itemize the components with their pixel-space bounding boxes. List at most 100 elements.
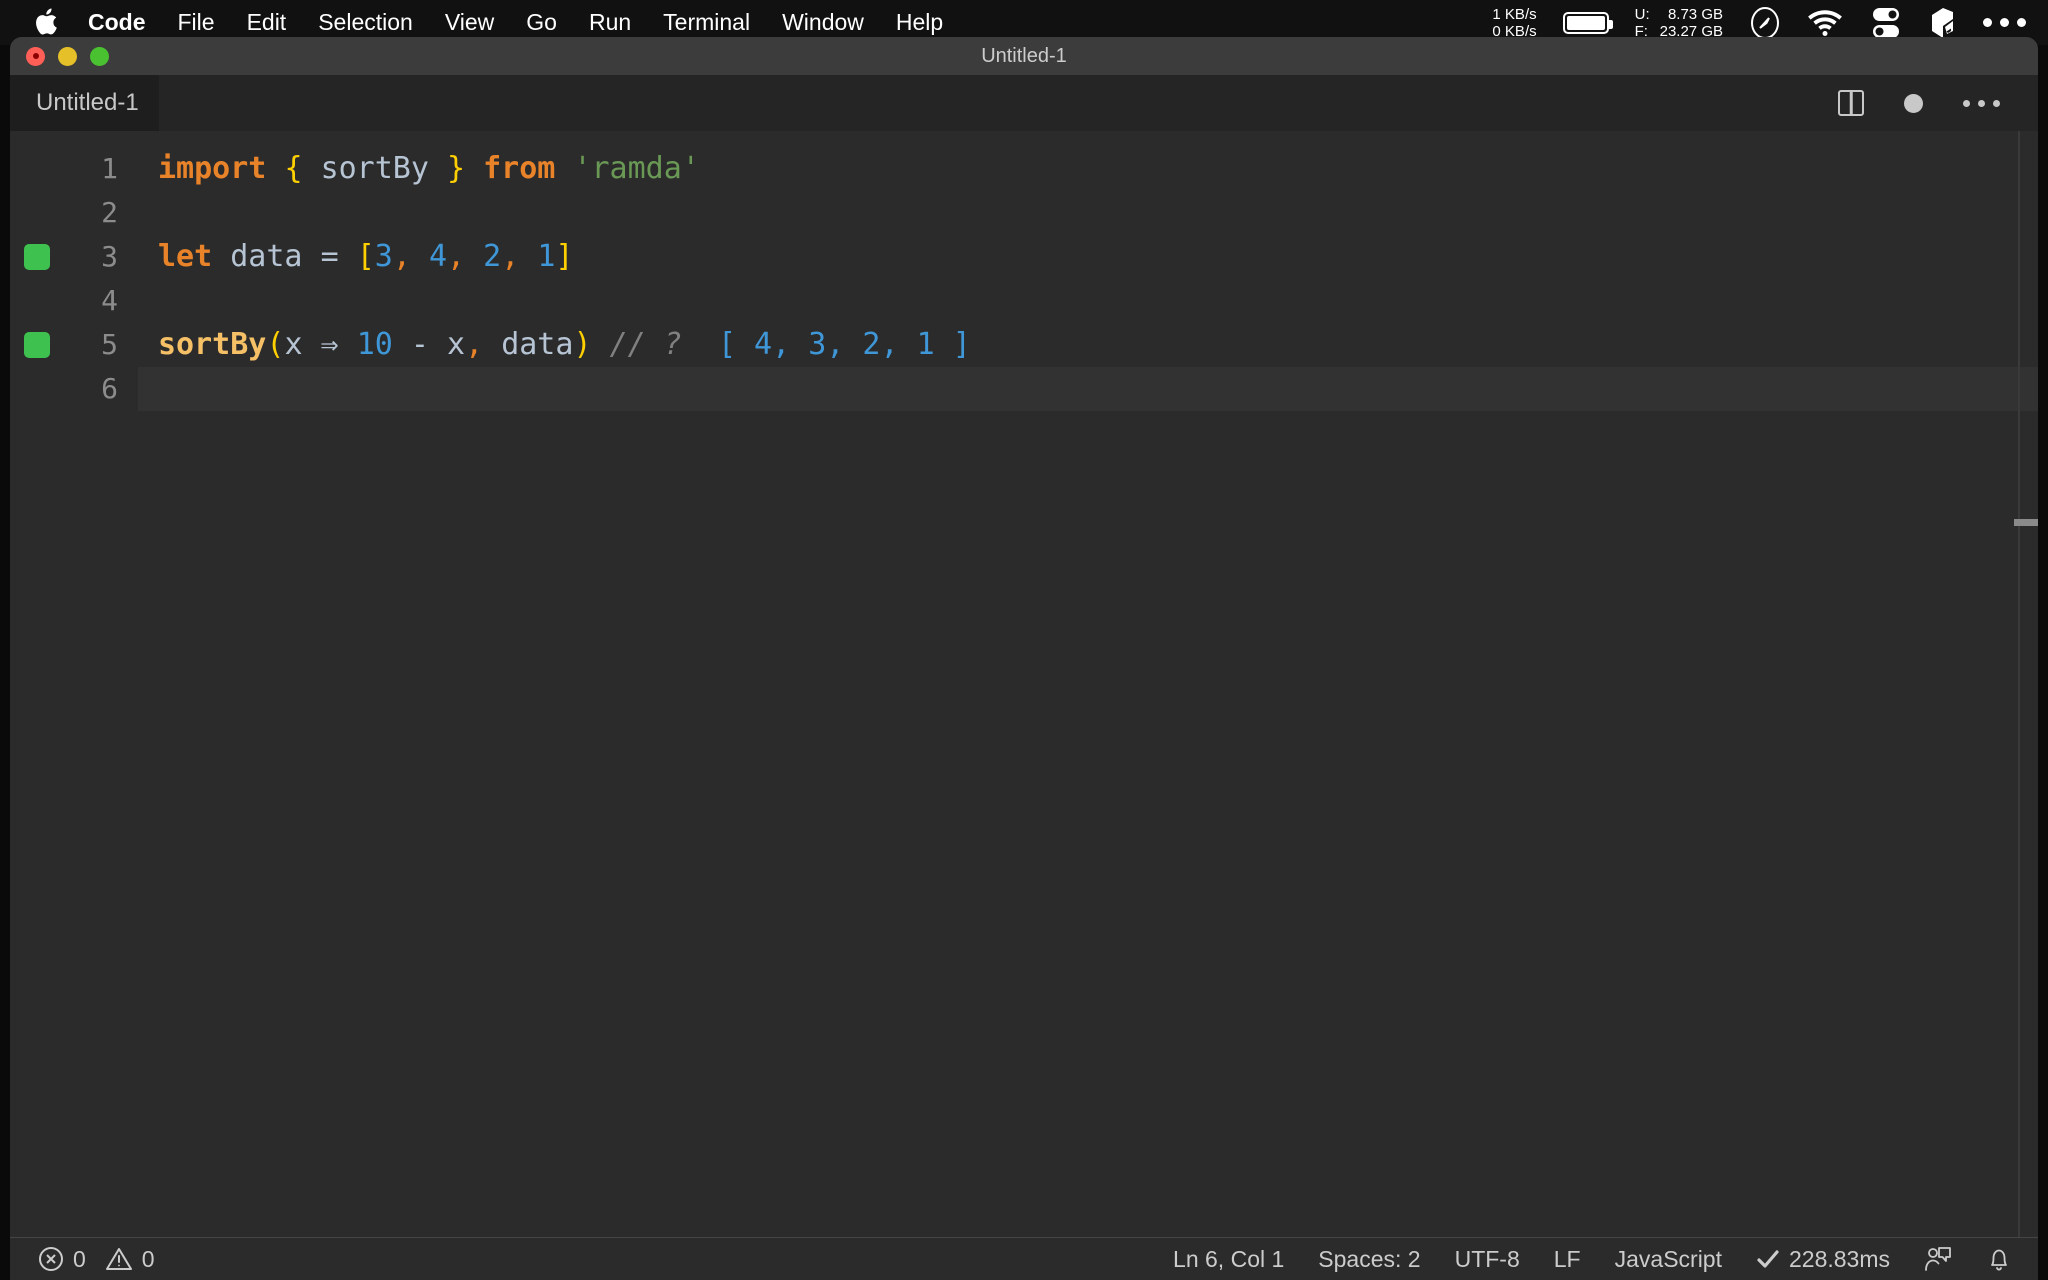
warning-count: 0 [141,1245,155,1272]
status-run-time[interactable]: 228.83ms [1756,1246,1890,1273]
token-operator-minus: - [410,327,429,362]
token-comment-quokka: // ? [609,327,682,362]
line-content [138,191,2038,235]
control-center-toggles-icon[interactable] [1869,6,1903,40]
memory-labels: U: F: [1635,6,1650,40]
token-keyword-let: let [158,239,213,274]
error-circle-icon [38,1246,64,1272]
code-line-6[interactable]: 6 [10,367,2038,411]
token-number: 2 [483,239,502,274]
status-notifications[interactable] [1986,1246,2012,1272]
quokka-gutter-marker-icon[interactable] [24,244,50,270]
memory-used-label: U: [1634,5,1650,23]
code-line-4[interactable]: 4 [10,279,2038,323]
error-count: 0 [73,1245,86,1272]
token-comma: , [465,327,484,362]
compass-gauge-icon[interactable] [1749,6,1781,40]
network-speed-indicator[interactable]: 1 KB/s 0 KB/s [1492,6,1536,40]
token-param-x: x [284,327,303,362]
token-number: 3 [374,239,393,274]
line-number: 4 [101,284,118,317]
more-actions-icon[interactable] [1963,99,2000,107]
dropbox-icon[interactable] [1929,7,1957,39]
token-operator-assign: = [320,239,339,274]
editor-scrollbar-thumb[interactable] [2014,519,2038,526]
run-time-label: 228.83ms [1788,1245,1890,1272]
battery-icon[interactable] [1562,11,1613,34]
token-function-sortby: sortBy [158,327,267,362]
warning-triangle-icon [105,1246,133,1272]
line-content [138,279,2038,323]
feedback-person-icon [1924,1246,1952,1272]
bell-icon [1986,1246,2012,1272]
line-number: 1 [101,152,118,185]
status-cursor-position[interactable]: Ln 6, Col 1 [1173,1246,1284,1273]
token-number: 4 [428,239,447,274]
tab-untitled-1[interactable]: Untitled-1 [10,75,159,131]
line-number: 2 [101,196,118,229]
unsaved-dot-icon[interactable] [1904,93,1923,113]
memory-used-value: 8.73 GB [1667,5,1723,23]
check-icon [1756,1248,1780,1270]
quokka-gutter-marker-icon[interactable] [24,332,50,358]
line-number: 6 [101,372,118,405]
line-content: sortBy(x ⇒ 10 - x, data) // ? [ 4, 3, 2,… [138,323,2038,367]
code-line-1[interactable]: 1 import { sortBy } from 'ramda' [10,147,2038,191]
token-identifier-data: data [501,327,574,362]
code-line-5[interactable]: 5 sortBy(x ⇒ 10 - x, data) // ? [ 4, 3, … [10,323,2038,367]
code-lines: 1 import { sortBy } from 'ramda' 2 3 let… [10,131,2038,411]
memory-values: 8.73 GB 23.27 GB [1660,6,1723,40]
apple-logo-icon[interactable] [24,8,68,38]
token-string-ramda: 'ramda' [573,151,700,186]
close-window-button[interactable] [26,46,45,66]
traffic-light-buttons [26,46,109,66]
wifi-icon[interactable] [1807,9,1843,36]
status-bar-left: 0 0 [10,1246,155,1273]
memory-stats-indicator[interactable]: U: F: 8.73 GB 23.27 GB [1635,6,1723,40]
status-language-mode[interactable]: JavaScript [1615,1246,1722,1273]
token-paren-close: ) [573,327,592,362]
quokka-inline-result: [ 4, 3, 2, 1 ] [717,327,971,362]
token-arrow: ⇒ [302,327,357,362]
code-line-2[interactable]: 2 [10,191,2038,235]
maximize-window-button[interactable] [90,46,109,66]
token-bracket-open: [ [356,239,375,274]
line-content: let data = [3, 4, 2, 1] [138,235,2038,279]
status-line-ending[interactable]: LF [1554,1246,1581,1273]
status-encoding[interactable]: UTF-8 [1455,1246,1520,1273]
token-number: 1 [537,239,556,274]
token-comma: , [501,239,520,274]
editor-actions [1838,90,2038,116]
status-feedback[interactable] [1924,1246,1952,1272]
token-paren-open: ( [266,327,285,362]
code-line-3[interactable]: 3 let data = [3, 4, 2, 1] [10,235,2038,279]
token-comma: , [392,239,411,274]
minimize-window-button[interactable] [58,46,77,66]
editor-scrollbar-track[interactable] [2018,131,2020,1237]
split-editor-icon[interactable] [1838,90,1864,116]
line-content-active [138,367,2038,411]
screen: Code File Edit Selection View Go Run Ter… [0,0,2048,1280]
editor-tab-bar: Untitled-1 [10,75,2038,131]
status-indentation[interactable]: Spaces: 2 [1318,1246,1420,1273]
token-brace-open: { [284,151,303,186]
status-problems[interactable]: 0 0 [38,1246,155,1273]
tab-label: Untitled-1 [36,89,139,116]
token-comma: , [447,239,466,274]
token-identifier-data: data [230,239,303,274]
code-editor[interactable]: 1 import { sortBy } from 'ramda' 2 3 let… [10,131,2038,1237]
status-bar: 0 0 Ln 6, Col 1 Spaces: 2 UTF-8 LF JavaS… [10,1237,2038,1280]
control-center-more-icon[interactable] [1983,18,2026,27]
